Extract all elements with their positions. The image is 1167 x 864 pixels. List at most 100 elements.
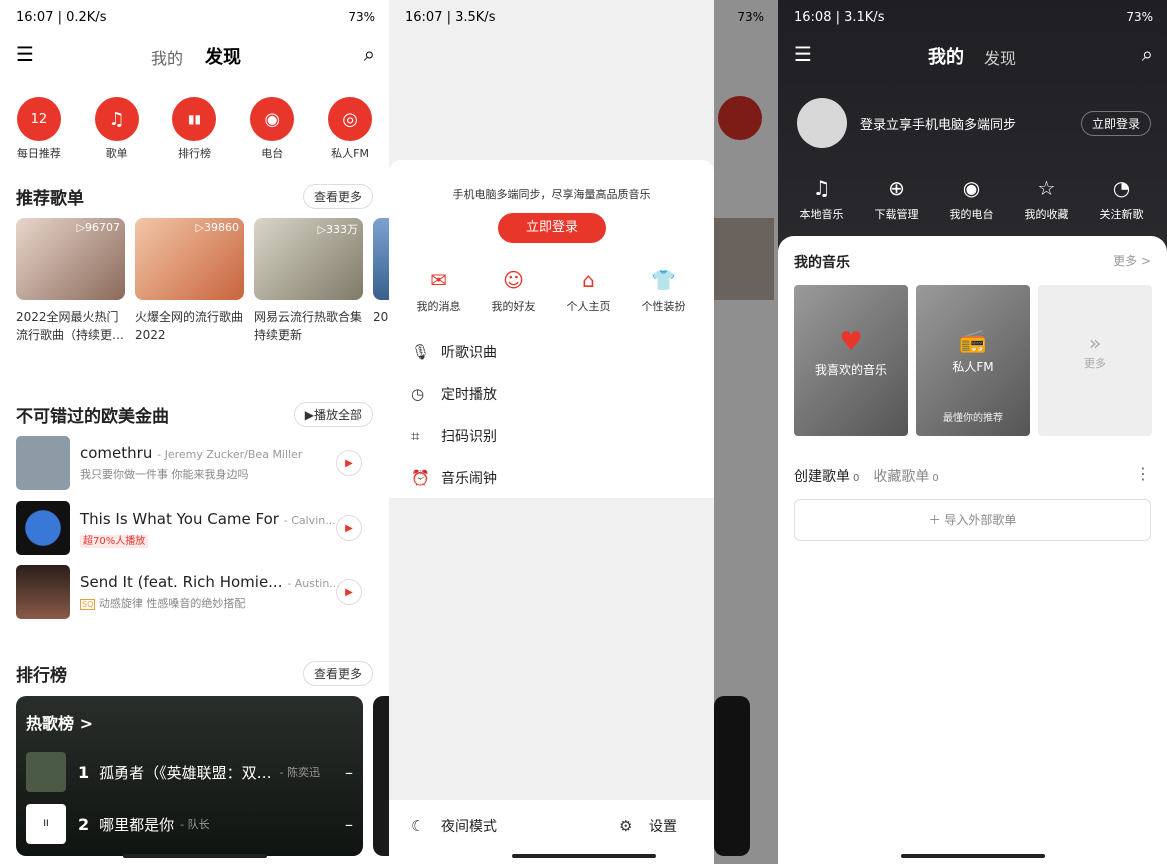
song-artist: - Jeremy Zucker/Bea Miller: [157, 448, 303, 461]
tab-created-playlists[interactable]: 创建歌单 0: [794, 466, 859, 486]
follow-new-songs[interactable]: ◔ 关注新歌: [1084, 176, 1159, 222]
avatar[interactable]: [797, 98, 847, 148]
quick-chart[interactable]: ▮▮ 排行榜: [164, 97, 224, 161]
tab-discover[interactable]: 发现: [984, 45, 1016, 69]
play-count: ▷96707: [76, 221, 120, 234]
rank-song: 孤勇者（《英雄联盟：双…: [99, 763, 272, 782]
menu-icon[interactable]: ☰: [794, 42, 812, 66]
more-options-icon[interactable]: ⋮: [1135, 464, 1151, 483]
night-mode-button[interactable]: ☾ 夜间模式: [411, 816, 497, 836]
quick-fm[interactable]: ◎ 私人FM: [320, 97, 380, 161]
search-icon[interactable]: ⌕: [364, 42, 375, 66]
rank-item[interactable]: II 2 哪里都是你 - 队长 –: [26, 804, 353, 844]
playlist-card[interactable]: ▷96707 2022全网最火热门流行歌曲（持续更…: [16, 218, 125, 344]
menu-song-recognition[interactable]: 🎙 听歌识曲: [411, 342, 497, 362]
profile-home[interactable]: ⌂ 个人主页: [551, 268, 626, 314]
menu-label: 定时播放: [441, 387, 497, 403]
menu-alarm[interactable]: ⏰ 音乐闹钟: [411, 468, 497, 488]
icon-label: 我的电台: [949, 208, 994, 221]
music-note-icon: ♫: [812, 176, 831, 200]
rank-item[interactable]: 1 孤勇者（《英雄联盟：双… - 陈奕迅 –: [26, 752, 353, 792]
settings-button[interactable]: ⚙ 设置: [619, 816, 677, 836]
playlist-card[interactable]: ▷333万 网易云流行热歌合集持续更新: [254, 218, 363, 344]
liked-music-tile[interactable]: ♥ 我喜欢的音乐: [794, 285, 908, 436]
my-favorites[interactable]: ☆ 我的收藏: [1009, 176, 1084, 222]
playlist-title: 火爆全网的流行歌曲2022: [135, 310, 244, 342]
play-all-button[interactable]: ▶播放全部: [293, 402, 373, 427]
drawer-panel: 手机电脑多端同步，尽享海量高品质音乐 立即登录 ✉ 我的消息 ☺ 我的好友 ⌂ 个人主…: [389, 160, 714, 498]
sq-badge: SQ: [80, 599, 96, 610]
icon-label: 关注新歌: [1099, 208, 1144, 221]
dimmed-background[interactable]: [714, 0, 778, 864]
night-label: 夜间模式: [441, 819, 497, 835]
playlist-card[interactable]: ▷39860 火爆全网的流行歌曲2022: [135, 218, 244, 344]
see-more-button[interactable]: 查看更多: [302, 661, 373, 686]
login-prompt[interactable]: 登录立享手机电脑多端同步: [860, 114, 1016, 133]
song-name: comethru: [80, 444, 153, 462]
radio-icon: 📻: [959, 329, 987, 354]
radio-icon: ◉: [962, 176, 981, 200]
status-time: 16:08 | 3.1K/s: [794, 10, 885, 25]
download-manager[interactable]: ⊕ 下载管理: [859, 176, 934, 222]
count: 0: [932, 473, 939, 484]
menu-icon[interactable]: ☰: [16, 42, 34, 66]
gear-icon: ⚙: [619, 817, 633, 835]
download-icon: ⊕: [888, 176, 905, 200]
status-time: 16:07 | 3.5K/s: [405, 10, 496, 25]
icon-label: 本地音乐: [799, 208, 844, 221]
import-playlist-button[interactable]: ＋ 导入外部歌单: [794, 499, 1151, 541]
icon-label: 我的收藏: [1024, 208, 1069, 221]
tab-discover[interactable]: 发现: [205, 43, 241, 69]
login-button[interactable]: 立即登录: [1080, 111, 1151, 136]
tab-mine[interactable]: 我的: [151, 45, 183, 69]
home-indicator: [900, 854, 1045, 858]
menu-timer[interactable]: ◷ 定时播放: [411, 384, 497, 404]
song-name: This Is What You Came For: [80, 509, 279, 528]
play-icon[interactable]: ▶: [336, 515, 362, 541]
song-item[interactable]: comethru - Jeremy Zucker/Bea Miller 我只要你做…: [16, 436, 362, 490]
status-time: 16:07 | 0.2K/s: [16, 10, 107, 25]
mine-screen: 16:08 | 3.1K/s 73% ☰ 我的 发现 ⌕ 登录立享手机电脑多端同…: [778, 0, 1167, 864]
theme-dress[interactable]: 👕 个性装扮: [626, 268, 701, 314]
play-icon[interactable]: ▶: [336, 579, 362, 605]
battery: 73%: [1126, 10, 1153, 24]
alarm-icon: ⏰: [411, 469, 430, 487]
quick-daily[interactable]: 12 每日推荐: [9, 97, 69, 161]
my-friends[interactable]: ☺ 我的好友: [476, 268, 551, 314]
song-artist: - Austin...: [287, 577, 340, 590]
menu-scan[interactable]: ⌗ 扫码识别: [411, 426, 497, 446]
song-item[interactable]: This Is What You Came For - Calvin... 超70…: [16, 501, 362, 555]
my-messages[interactable]: ✉ 我的消息: [401, 268, 476, 314]
see-more-button[interactable]: 查看更多: [302, 184, 373, 209]
quick-radio[interactable]: ◉ 电台: [242, 97, 302, 161]
more-tile[interactable]: » 更多: [1038, 285, 1152, 436]
playlist-icon: ♫: [94, 97, 139, 141]
playlist-title: 20…: [373, 310, 389, 324]
hot-chart-title[interactable]: 热歌榜 >: [26, 710, 93, 734]
rank-artist: - 陈奕迅: [279, 766, 321, 779]
drawer-screen: 16:07 | 3.5K/s 73% 手机电脑多端同步，尽享海量高品质音乐 立即…: [389, 0, 778, 864]
new-disc-icon: ◔: [1112, 176, 1131, 200]
settings-label: 设置: [649, 819, 677, 835]
tab-mine[interactable]: 我的: [928, 43, 964, 69]
tab-collected-playlists[interactable]: 收藏歌单 0: [873, 466, 938, 486]
song-item[interactable]: Send It (feat. Rich Homie... - Austin...…: [16, 565, 362, 619]
private-fm-tile[interactable]: 📻 私人FM 最懂你的推荐: [916, 285, 1030, 436]
login-button[interactable]: 立即登录: [498, 213, 606, 243]
quick-label: 歌单: [105, 147, 128, 160]
local-music[interactable]: ♫ 本地音乐: [784, 176, 859, 222]
play-icon[interactable]: ▶: [336, 450, 362, 476]
search-icon[interactable]: ⌕: [1142, 42, 1153, 66]
icon-label: 个性装扮: [641, 300, 686, 313]
quick-playlist[interactable]: ♫ 歌单: [87, 97, 147, 161]
song-artist: - Calvin...: [283, 513, 336, 527]
mic-icon: 🎙: [411, 343, 431, 361]
more-link[interactable]: 更多 >: [1113, 252, 1151, 269]
battery: 73%: [737, 10, 764, 24]
menu-label: 听歌识曲: [441, 345, 497, 361]
rank-number: 1: [78, 762, 90, 782]
my-radio[interactable]: ◉ 我的电台: [934, 176, 1009, 222]
playlist-card[interactable]: 20…: [373, 218, 389, 344]
home-indicator: [122, 854, 267, 858]
hot-chart-card[interactable]: 热歌榜 > 1 孤勇者（《英雄联盟：双… - 陈奕迅 – II 2 哪里都是你 - 队长 –: [16, 696, 363, 856]
